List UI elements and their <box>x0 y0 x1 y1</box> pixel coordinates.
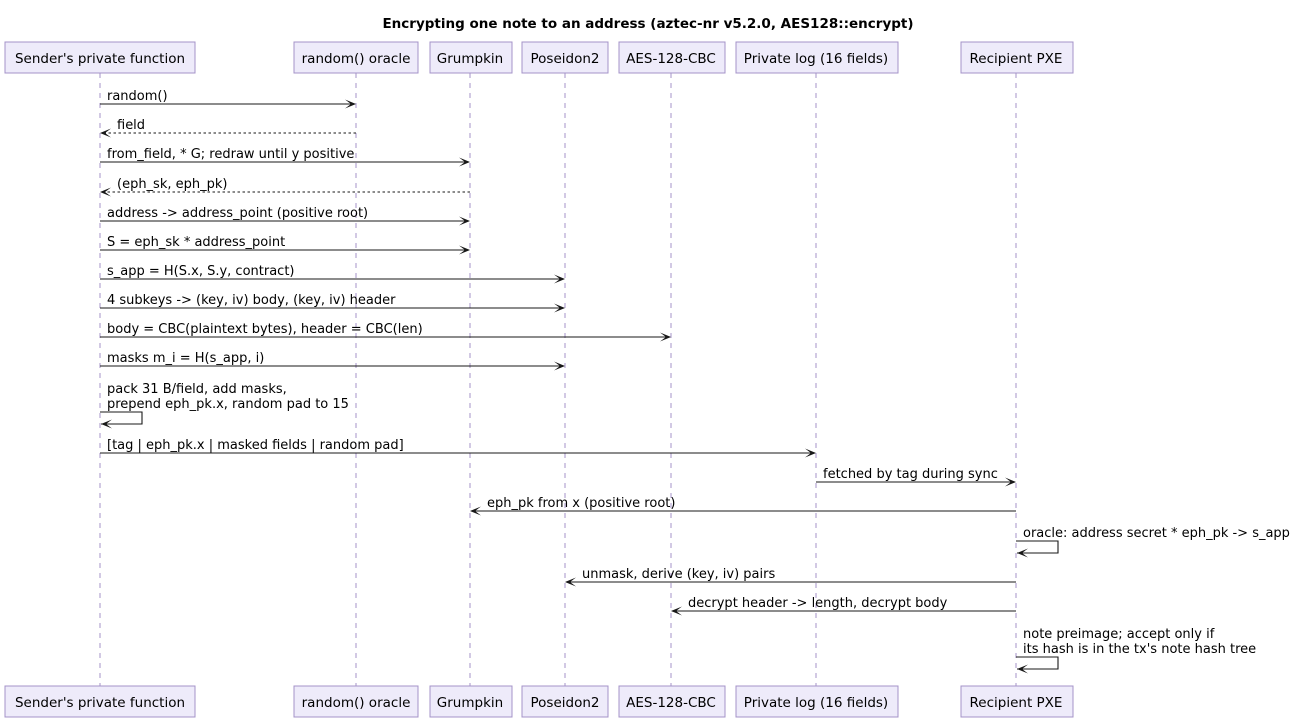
sequence-diagram: Encrypting one note to an address (aztec… <box>4 16 1290 718</box>
participant-label: Poseidon2 <box>531 51 600 67</box>
participant-poseidon2-bottom: Poseidon2 <box>521 685 609 718</box>
message-label: [tag | eph_pk.x | masked fields | random… <box>107 438 404 453</box>
participant-label: Poseidon2 <box>531 695 600 711</box>
message-label: S = eph_sk * address_point <box>107 235 285 250</box>
participant-label: Recipient PXE <box>970 51 1063 67</box>
message-6: S = eph_sk * address_point <box>100 235 470 255</box>
participant-grumpkin-top: Grumpkin <box>429 41 513 74</box>
message-2: field <box>100 118 356 138</box>
message-4: (eph_sk, eph_pk) <box>100 177 470 197</box>
message-label: eph_pk from x (positive root) <box>487 496 675 511</box>
participant-headers-top: Sender's private function random() oracle… <box>4 41 1074 74</box>
message-3: from_field, * G; redraw until y positive <box>100 147 470 167</box>
participant-aes-128-cbc-bottom: AES-128-CBC <box>618 685 726 718</box>
message-14: eph_pk from x (positive root) <box>470 496 1016 516</box>
participant-sender-s-private-function-top: Sender's private function <box>4 41 196 74</box>
participant-recipient-pxe-bottom: Recipient PXE <box>960 685 1074 718</box>
participant-label: random() oracle <box>302 51 411 67</box>
participant-grumpkin-bottom: Grumpkin <box>429 685 513 718</box>
participant-recipient-pxe-top: Recipient PXE <box>960 41 1074 74</box>
message-label: from_field, * G; redraw until y positive <box>107 147 354 162</box>
participant-random-oracle-top: random() oracle <box>293 41 419 74</box>
participant-poseidon2-top: Poseidon2 <box>521 41 609 74</box>
message-8: 4 subkeys -> (key, iv) body, (key, iv) h… <box>100 293 565 313</box>
message-label: its hash is in the tx's note hash tree <box>1023 642 1256 657</box>
message-label: fetched by tag during sync <box>823 467 998 482</box>
participant-aes-128-cbc-top: AES-128-CBC <box>618 41 726 74</box>
message-label: note preimage; accept only if <box>1023 627 1215 642</box>
participant-sender-s-private-function-bottom: Sender's private function <box>4 685 196 718</box>
message-12: [tag | eph_pk.x | masked fields | random… <box>100 438 816 458</box>
message-label: unmask, derive (key, iv) pairs <box>582 567 775 582</box>
message-label: s_app = H(S.x, S.y, contract) <box>107 264 295 279</box>
message-label: (eph_sk, eph_pk) <box>117 177 227 192</box>
message-5: address -> address_point (positive root) <box>100 206 470 226</box>
participant-label: Grumpkin <box>437 695 503 711</box>
message-15: oracle: address secret * eph_pk -> s_app <box>1016 526 1290 558</box>
participant-label: Sender's private function <box>15 695 185 711</box>
messages: random() field from_field, * G; redraw unt… <box>100 89 1290 674</box>
message-10: masks m_i = H(s_app, i) <box>100 351 565 371</box>
message-label: field <box>117 118 145 133</box>
message-label: 4 subkeys -> (key, iv) body, (key, iv) h… <box>107 293 396 308</box>
message-16: unmask, derive (key, iv) pairs <box>565 567 1016 587</box>
participant-label: Recipient PXE <box>970 695 1063 711</box>
message-9: body = CBC(plaintext bytes), header = CB… <box>100 322 671 342</box>
participant-label: Grumpkin <box>437 51 503 67</box>
message-17: decrypt header -> length, decrypt body <box>671 596 1016 616</box>
message-11: pack 31 B/field, add masks,prepend eph_p… <box>100 382 349 429</box>
message-label: random() <box>107 89 168 104</box>
message-label: body = CBC(plaintext bytes), header = CB… <box>107 322 423 337</box>
message-label: prepend eph_pk.x, random pad to 15 <box>107 397 349 412</box>
message-7: s_app = H(S.x, S.y, contract) <box>100 264 565 284</box>
lifelines <box>99 73 1017 686</box>
participant-label: random() oracle <box>302 695 411 711</box>
message-label: masks m_i = H(s_app, i) <box>107 351 264 366</box>
message-label: address -> address_point (positive root) <box>107 206 368 221</box>
participant-private-log-16-fields-bottom: Private log (16 fields) <box>735 685 899 718</box>
participant-label: AES-128-CBC <box>626 51 716 67</box>
participant-private-log-16-fields-top: Private log (16 fields) <box>735 41 899 74</box>
participant-label: Sender's private function <box>15 51 185 67</box>
message-18: note preimage; accept only ifits hash is… <box>1016 627 1256 674</box>
message-label: pack 31 B/field, add masks, <box>107 382 287 397</box>
participant-random-oracle-bottom: random() oracle <box>293 685 419 718</box>
participant-label: AES-128-CBC <box>626 695 716 711</box>
participant-label: Private log (16 fields) <box>744 695 888 711</box>
message-label: oracle: address secret * eph_pk -> s_app <box>1023 526 1290 541</box>
message-label: decrypt header -> length, decrypt body <box>688 596 948 611</box>
participant-headers-bottom: Sender's private function random() oracle… <box>4 685 1074 718</box>
diagram-title: Encrypting one note to an address (aztec… <box>382 16 913 32</box>
message-13: fetched by tag during sync <box>816 467 1016 487</box>
participant-label: Private log (16 fields) <box>744 51 888 67</box>
message-1: random() <box>100 89 356 109</box>
